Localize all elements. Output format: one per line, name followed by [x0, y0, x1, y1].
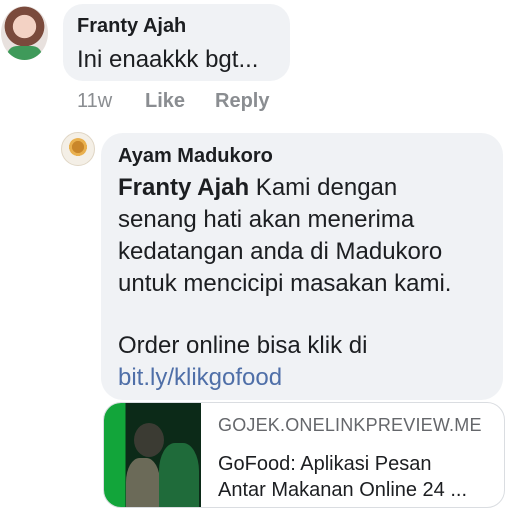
link-preview-domain: GOJEK.ONELINKPREVIEW.ME	[218, 415, 482, 435]
reply-line-2: senang hati akan menerima	[118, 206, 415, 233]
reply-line-1-text: Kami dengan	[249, 174, 398, 201]
comment-text: Ini enaakkk bgt...	[77, 46, 259, 73]
reply-author[interactable]: Ayam Madukoro	[118, 145, 273, 168]
order-text: Order online bisa klik di	[118, 332, 368, 359]
comment-author[interactable]: Franty Ajah	[77, 15, 186, 38]
comment-timestamp[interactable]: 11w	[77, 90, 112, 113]
thumb-figure	[159, 443, 199, 507]
madukoro-logo-icon	[68, 138, 88, 158]
link-preview-card[interactable]: GOJEK.ONELINKPREVIEW.ME GoFood: Aplikasi…	[103, 402, 505, 508]
avatar-shirt	[7, 46, 42, 60]
reply-line-3: kedatangan anda di Madukoro	[118, 238, 443, 265]
link-preview-title: GoFood: Aplikasi Pesan Antar Makanan Onl…	[218, 451, 488, 503]
link-preview-image	[104, 403, 201, 507]
link-preview-title-line-2: Antar Makanan Online 24 ...	[218, 479, 468, 501]
like-button[interactable]: Like	[145, 90, 185, 113]
thumb-figure	[134, 423, 164, 457]
reply-button[interactable]: Reply	[215, 90, 269, 113]
reply-line-4: untuk mencicipi masakan kami.	[118, 270, 452, 297]
order-link[interactable]: bit.ly/klikgofood	[118, 362, 282, 394]
thumb-figure	[126, 458, 160, 507]
avatar-franty[interactable]	[1, 6, 48, 60]
avatar-ayam-madukoro[interactable]	[61, 132, 95, 166]
reply-mention[interactable]: Franty Ajah	[118, 174, 249, 201]
link-preview-title-line-1: GoFood: Aplikasi Pesan	[218, 453, 432, 475]
reply-line-1: Franty Ajah Kami dengan	[118, 172, 397, 204]
